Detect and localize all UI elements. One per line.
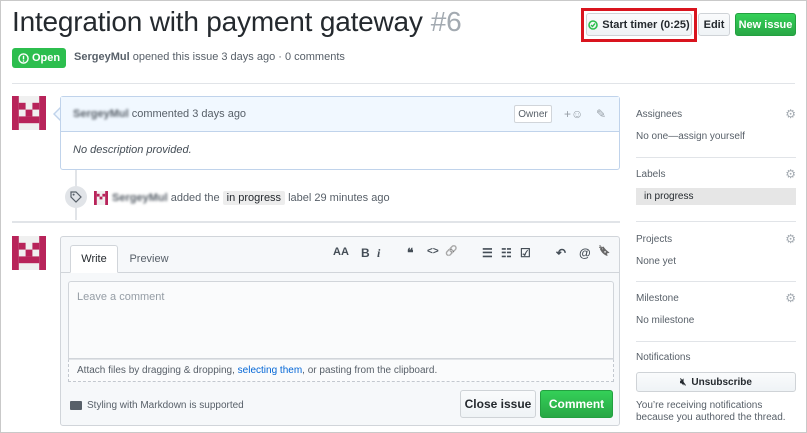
projects-value: None yet [636,256,677,267]
task-list-icon[interactable]: ☑ [520,246,531,260]
open-issue-icon [18,52,29,64]
notifications-heading: Notifications [636,352,691,363]
issue-author-link[interactable]: SergeyMul [74,51,130,63]
milestone-heading: Milestone [636,293,679,304]
italic-icon[interactable]: i [377,246,380,261]
mention-icon[interactable]: @ [579,246,591,260]
gear-icon[interactable]: ⚙ [785,167,796,181]
heading-icon[interactable]: AA [333,246,349,258]
bold-icon[interactable]: B [361,246,370,260]
event-post: label 29 minutes ago [288,192,390,204]
issue-title-text: Integration with payment gateway [12,6,423,37]
event-pre: added the [170,192,220,204]
markdown-note: Styling with Markdown is supported [70,400,244,411]
sidebar-divider [636,341,796,342]
ordered-list-icon[interactable]: ☷ [501,246,512,260]
notifications-note: You’re receiving notifications because y… [636,400,786,423]
assignees-value[interactable]: No one—assign yourself [636,131,796,142]
reply-icon[interactable]: ↶ [556,246,566,260]
owner-badge: Owner [514,105,552,123]
sidebar-assignees: Assignees ⚙ No one—assign yourself [636,107,796,142]
unordered-list-icon[interactable]: ☰ [482,246,493,260]
gear-icon[interactable]: ⚙ [785,291,796,305]
tag-icon [65,186,87,208]
sidebar-projects: Projects ⚙ None yet [636,232,796,267]
markdown-note-text[interactable]: Styling with Markdown is supported [87,400,244,411]
close-issue-button[interactable]: Close issue [460,390,536,418]
sidebar-labels: Labels ⚙ in progress [636,167,796,205]
event-label-chip[interactable]: in progress [222,191,286,205]
avatar[interactable] [12,236,46,270]
issue-meta-text: opened this issue 3 days ago · 0 comment… [132,51,345,63]
sidebar-divider [636,281,796,282]
comment-box: SergeyMul commented 3 days ago Owner +☺ … [60,96,620,170]
new-issue-button[interactable]: New issue [735,13,796,36]
sidebar-notifications: Notifications 🔇︎ Unsubscribe You’re rece… [636,352,796,424]
tab-write[interactable]: Write [70,245,118,273]
milestone-value: No milestone [636,315,695,326]
issue-number: #6 [430,6,462,37]
sidebar-milestone: Milestone ⚙ No milestone [636,291,796,326]
avatar[interactable] [12,96,46,130]
sidebar-divider [636,157,796,158]
sidebar-divider [636,221,796,222]
start-timer-label: Start timer (0:25) [602,18,690,31]
status-label: Open [31,52,61,64]
attach-files-bar[interactable]: Attach files by dragging & dropping, sel… [68,359,614,382]
label-in-progress[interactable]: in progress [636,188,796,205]
add-reaction-icon[interactable]: +☺ [564,107,583,121]
gear-icon[interactable]: ⚙ [785,232,796,246]
tab-preview[interactable]: Preview [123,245,175,273]
assignees-heading: Assignees [636,109,683,120]
mini-avatar[interactable] [94,191,108,205]
attach-text-post: , or pasting from the clipboard. [302,365,438,376]
comment-author[interactable]: SergeyMul [73,108,129,120]
bookmark-icon[interactable]: 🔖 [598,246,610,257]
quote-icon[interactable]: ❝ [407,246,413,260]
comment-body: No description provided. [73,144,192,156]
label-event: SergeyMul added the in progress label 29… [94,191,390,205]
select-files-link[interactable]: selecting them [238,365,302,376]
timeline-divider [12,221,620,223]
labels-heading: Labels [636,169,666,180]
issue-meta: SergeyMul opened this issue 3 days ago ·… [74,51,345,63]
code-icon[interactable]: <> [427,246,439,257]
start-timer-button[interactable]: Start timer (0:25) [586,13,692,36]
timer-check-icon [588,19,599,30]
new-comment-form: Write Preview AA B i ❝ <> 🔗 ☰ ☷ ☑ ↶ @ 🔖 … [60,236,620,426]
comment-author-line: SergeyMul commented 3 days ago [73,108,246,120]
unsubscribe-button[interactable]: 🔇︎ Unsubscribe [636,372,796,392]
edit-button[interactable]: Edit [698,13,730,36]
composer-tabs: Write Preview AA B i ❝ <> 🔗 ☰ ☷ ☑ ↶ @ 🔖 [61,237,619,273]
markdown-icon [70,401,82,410]
link-icon[interactable]: 🔗 [445,246,457,257]
edit-pencil-icon[interactable]: ✎ [596,107,606,121]
header-divider [12,83,795,84]
comment-textarea[interactable]: Leave a comment [68,281,614,359]
projects-heading: Projects [636,234,673,245]
comment-header: SergeyMul commented 3 days ago Owner +☺ … [61,97,619,132]
mute-icon: 🔇︎ [680,376,687,388]
comment-button[interactable]: Comment [540,390,613,418]
unsubscribe-label: Unsubscribe [691,376,752,388]
comment-action: commented 3 days ago [131,108,247,120]
issue-title: Integration with payment gateway #6 [12,6,462,38]
status-badge: Open [12,48,66,68]
gear-icon[interactable]: ⚙ [785,107,796,121]
attach-text-pre: Attach files by dragging & dropping, [77,365,235,376]
event-actor[interactable]: SergeyMul [112,192,168,204]
